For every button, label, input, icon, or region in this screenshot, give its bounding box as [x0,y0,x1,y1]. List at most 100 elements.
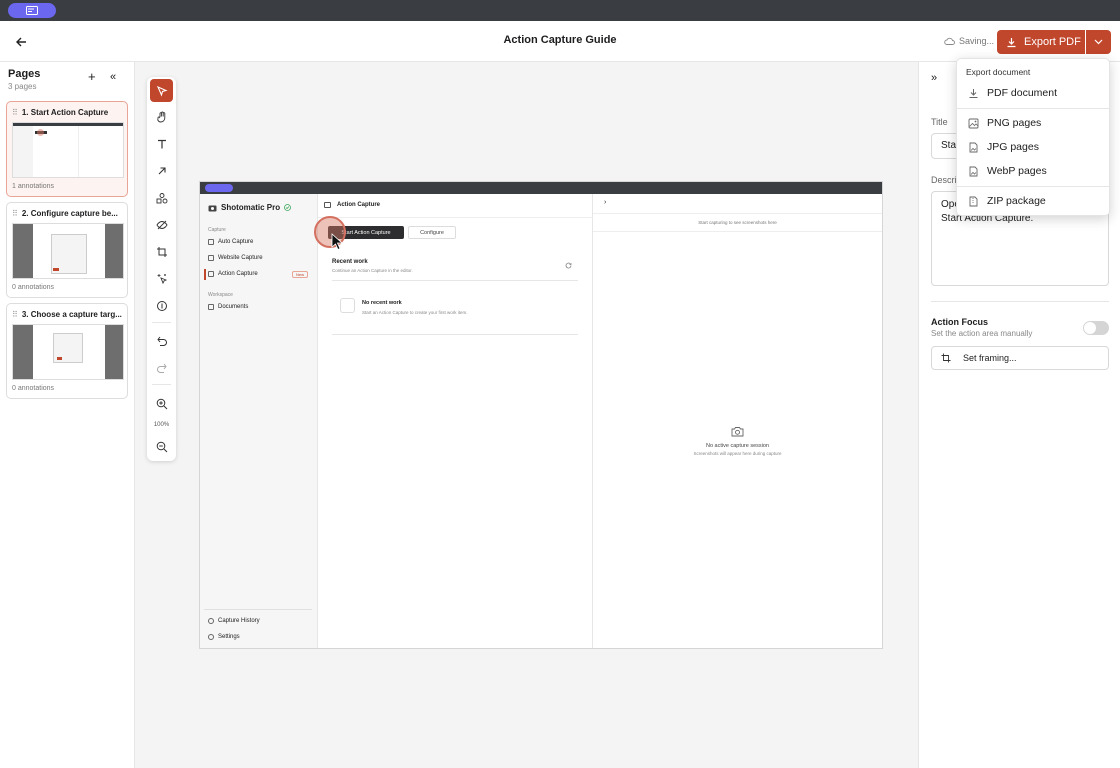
screenshot-canvas[interactable]: Shotomatic Pro Capture Auto Capture Webs… [200,182,882,648]
undo-icon [156,336,167,346]
zoom-level: 100% [153,422,170,428]
chevron-right-icon: › [604,199,607,206]
screenshot-main-header: Action Capture [318,194,593,218]
magic-tool[interactable] [150,267,173,290]
crop-tool[interactable] [150,240,173,263]
description-label: Descri [931,175,957,185]
screenshot-sidebar: Shotomatic Pro Capture Auto Capture Webs… [200,194,318,648]
window-switcher-pill[interactable] [8,3,56,18]
saving-status: Saving... [944,36,994,46]
drag-handle-icon[interactable]: ⠿ [12,108,18,117]
page-thumbnail [12,223,124,279]
shapes-tool[interactable] [150,186,173,209]
screenshot-new-badge: New [292,271,309,278]
page-thumbnail [12,122,124,178]
page-thumbnail [12,324,124,380]
image-file-icon [969,166,978,176]
page-card-1[interactable]: ⠿ 1. Start Action Capture 1 annotations [6,101,128,197]
collapse-panel-icon[interactable]: « [110,71,116,83]
screenshot-section-capture: Capture [208,227,226,233]
sidebar-toggle-icon [324,202,331,208]
export-menu: Export document PDF document PNG pages J… [956,58,1111,216]
page-card-3[interactable]: ⠿ 3. Choose a capture targ... 0 annotatio… [6,303,128,399]
toggle-knob [1084,322,1096,334]
redo-button[interactable] [150,356,173,379]
toolbar-divider [152,322,171,323]
zoom-out-icon [156,441,167,452]
sparkle-pointer-icon [157,273,167,284]
crop-icon [156,246,167,257]
export-png-pages[interactable]: PNG pages [959,112,1109,134]
screenshot-no-recent-sub: Start an Action Capture to create your f… [362,310,468,315]
arrow-up-right-icon [158,166,166,174]
export-menu-divider [957,186,1111,187]
screenshot-item-auto-capture: Auto Capture [208,239,253,245]
image-icon [968,118,979,128]
page-card-2[interactable]: ⠿ 2. Configure capture be... 0 annotation… [6,202,128,298]
title-label: Title [931,117,948,127]
export-jpg-pages[interactable]: JPG pages [959,136,1109,158]
export-zip-package[interactable]: ZIP package [959,190,1109,212]
screenshot-active-indicator [204,269,206,280]
step-number-icon [156,300,167,311]
pages-count: 3 pages [8,82,37,91]
undo-button[interactable] [150,329,173,352]
screenshot-main: Action Capture Start Action Capture Conf… [314,194,593,648]
text-tool[interactable] [150,132,173,155]
screenshot-os-pill [205,184,233,192]
text-icon [157,139,166,148]
blur-tool[interactable] [150,213,173,236]
export-menu-divider [957,108,1111,109]
page-card-title: ⠿ 1. Start Action Capture [12,108,109,117]
os-top-bar [0,0,1120,21]
drag-handle-icon[interactable]: ⠿ [12,310,18,319]
download-icon [1007,37,1016,47]
action-focus-title: Action Focus [931,317,989,327]
export-options-button[interactable] [1086,30,1111,54]
shapes-icon [156,192,167,203]
zoom-in-button[interactable] [150,392,173,415]
screenshot-no-recent-title: No recent work [362,300,402,306]
step-counter-tool[interactable] [150,294,173,317]
screenshot-item-website-capture: Website Capture [208,255,263,261]
image-file-icon [969,142,978,152]
screenshot-preview-pane: › Start capturing to see screenshots her… [593,194,882,648]
export-webp-pages[interactable]: WebP pages [959,160,1109,182]
arrow-tool[interactable] [150,159,173,182]
screenshot-preview-message: Start capturing to see screenshots here [698,220,777,225]
pointer-icon [156,85,168,97]
screenshot-brand: Shotomatic Pro [208,203,292,212]
export-pdf-document[interactable]: PDF document [959,82,1109,104]
annotation-count: 0 annotations [12,385,55,392]
download-icon [969,88,978,98]
expand-panel-icon[interactable]: » [931,72,937,84]
screenshot-configure-button: Configure [408,226,456,239]
select-tool[interactable] [150,79,173,102]
redo-icon [156,363,167,373]
pan-tool[interactable] [150,105,173,128]
window-icon [26,6,38,15]
zoom-out-button[interactable] [150,435,173,458]
export-pdf-button[interactable]: Export PDF [997,30,1085,54]
toolbar-divider [152,384,171,385]
pages-panel: Pages 3 pages + « ⠿ 1. Start Action Captu… [0,62,135,768]
cursor-icon [331,233,344,251]
set-framing-button[interactable]: Set framing... [931,346,1109,370]
page-card-title: ⠿ 3. Choose a capture targ... [12,310,122,319]
screenshot-recent-sub: Continue an Action Capture in the editor… [332,268,413,273]
annotation-count: 0 annotations [12,284,55,291]
screenshot-divider [332,334,578,335]
action-focus-toggle[interactable] [1083,321,1109,335]
saving-label: Saving... [959,36,995,46]
screenshot-recent-title: Recent work [332,259,368,265]
export-pdf-label: Export PDF [1024,36,1081,48]
add-page-icon[interactable]: + [88,70,96,83]
screenshot-divider [332,280,578,281]
refresh-icon [565,262,572,269]
screenshot-preview-header: › [593,194,882,214]
archive-file-icon [969,196,978,206]
pages-title: Pages [8,68,41,80]
export-menu-heading: Export document [966,67,1031,77]
screenshot-item-settings: Settings [208,634,240,640]
drag-handle-icon[interactable]: ⠿ [12,209,18,218]
